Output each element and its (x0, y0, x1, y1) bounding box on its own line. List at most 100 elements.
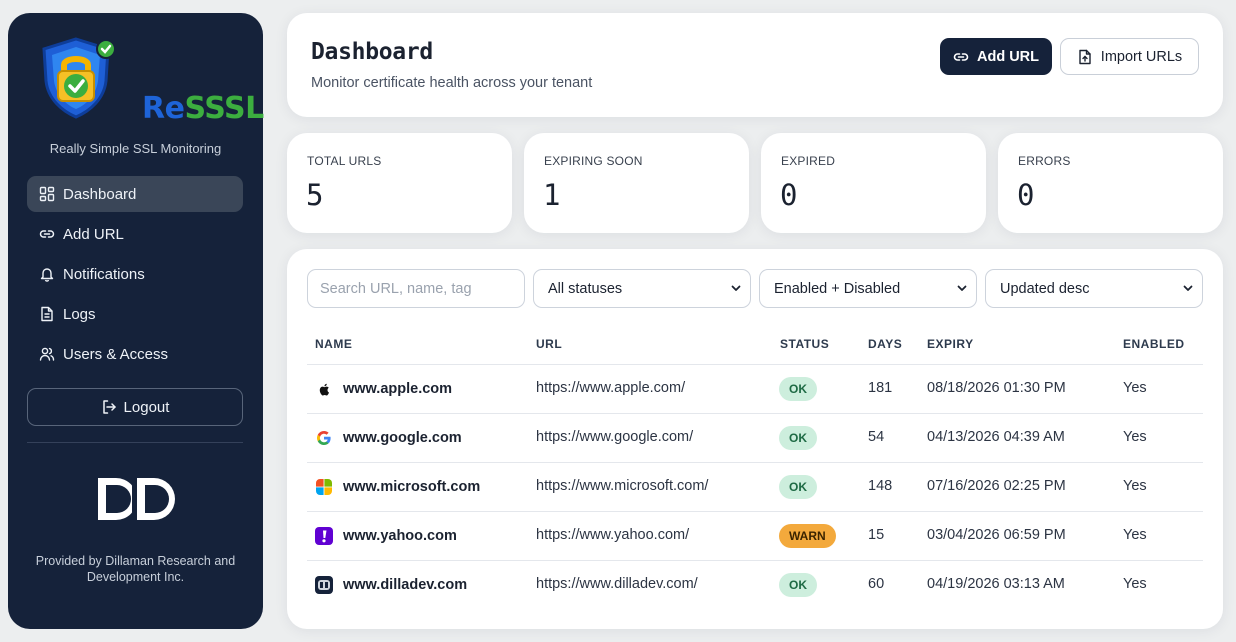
column-header-enabled[interactable]: ENABLED (1123, 337, 1185, 351)
stat-card-expiring-soon: EXPIRING SOON 1 (524, 133, 749, 233)
url-table-card: Search URL, name, tag All statuses Enabl… (287, 249, 1223, 629)
dilladev-icon (315, 576, 333, 594)
logout-label: Logout (123, 398, 170, 416)
shield-lock-icon (42, 37, 116, 119)
provided-by-text: Provided by Dillaman Research and Develo… (35, 554, 236, 584)
table-divider (307, 511, 1203, 512)
chevron-down-icon (731, 285, 741, 291)
status-badge: OK (779, 426, 817, 450)
table-divider (307, 462, 1203, 463)
sort-select[interactable]: Updated desc (985, 269, 1203, 308)
sidebar-nav: Dashboard Add URL Notifications Logs Use… (27, 176, 243, 376)
row-enabled: Yes (1123, 478, 1147, 494)
row-url[interactable]: https://www.apple.com/ (536, 380, 685, 396)
sidebar: ReSSSL Really Simple SSL Monitoring Dash… (8, 13, 264, 629)
yahoo-icon (315, 527, 333, 545)
microsoft-icon (315, 478, 333, 496)
row-enabled: Yes (1123, 429, 1147, 445)
status-badge: OK (779, 377, 817, 401)
enabled-filter-value: Enabled + Disabled (774, 280, 901, 297)
status-badge: OK (779, 573, 817, 597)
row-name: www.dilladev.com (343, 577, 468, 593)
column-header-url[interactable]: URL (536, 337, 562, 351)
sidebar-item-logs[interactable]: Logs (27, 296, 243, 332)
import-urls-button[interactable]: Import URLs (1060, 38, 1199, 75)
row-expiry: 04/19/2026 03:13 AM (927, 576, 1065, 592)
search-placeholder: Search URL, name, tag (320, 280, 472, 297)
users-icon (39, 347, 55, 361)
row-name: www.microsoft.com (343, 479, 481, 495)
row-name-cell: www.apple.com (315, 380, 452, 398)
stat-card-total-urls: TOTAL URLS 5 (287, 133, 512, 233)
search-input[interactable]: Search URL, name, tag (307, 269, 525, 308)
sidebar-item-users-access[interactable]: Users & Access (27, 336, 243, 372)
sidebar-item-label: Users & Access (63, 345, 169, 363)
row-name: www.google.com (343, 430, 462, 446)
row-name: www.apple.com (343, 381, 453, 397)
page-title: Dashboard (311, 39, 433, 65)
sidebar-divider (27, 442, 243, 443)
column-header-name[interactable]: NAME (315, 337, 352, 351)
bell-icon (40, 268, 54, 282)
row-enabled: Yes (1123, 380, 1147, 396)
chevron-down-icon (957, 285, 967, 291)
stat-value: 0 (780, 178, 798, 212)
import-urls-label: Import URLs (1100, 48, 1183, 65)
status-filter-select[interactable]: All statuses (533, 269, 751, 308)
chevron-down-icon (1183, 285, 1193, 291)
sidebar-item-label: Dashboard (63, 185, 137, 203)
sidebar-item-dashboard[interactable]: Dashboard (27, 176, 243, 212)
status-badge: OK (779, 475, 817, 499)
row-expiry: 08/18/2026 01:30 PM (927, 380, 1066, 396)
row-expiry: 07/16/2026 02:25 PM (927, 478, 1066, 494)
enabled-filter-select[interactable]: Enabled + Disabled (759, 269, 977, 308)
table-divider (307, 364, 1203, 365)
google-icon (315, 429, 333, 447)
column-header-days[interactable]: DAYS (868, 337, 902, 351)
table-divider (307, 560, 1203, 561)
link-icon (953, 52, 969, 61)
add-url-label: Add URL (976, 48, 1039, 65)
column-header-expiry[interactable]: EXPIRY (927, 337, 974, 351)
row-url[interactable]: https://www.microsoft.com/ (536, 478, 708, 494)
status-badge: WARN (779, 524, 836, 548)
sidebar-item-label: Logs (63, 305, 96, 323)
row-enabled: Yes (1123, 576, 1147, 592)
row-url[interactable]: https://www.google.com/ (536, 429, 693, 445)
logout-button[interactable]: Logout (27, 388, 243, 426)
link-icon (39, 230, 55, 238)
dilladev-logo-icon (98, 478, 175, 520)
brand-logo: ReSSSL (34, 35, 264, 126)
stat-value: 1 (543, 178, 561, 212)
stat-label: ERRORS (1018, 154, 1071, 168)
stat-label: EXPIRING SOON (544, 154, 643, 168)
stat-card-errors: ERRORS 0 (998, 133, 1223, 233)
sort-value: Updated desc (1000, 280, 1090, 297)
add-url-button[interactable]: Add URL (940, 38, 1052, 75)
row-days: 60 (868, 576, 885, 592)
file-import-icon (1079, 49, 1091, 64)
sidebar-item-label: Add URL (63, 225, 124, 243)
sidebar-item-notifications[interactable]: Notifications (27, 256, 243, 292)
row-name-cell: www.google.com (315, 429, 462, 447)
row-url[interactable]: https://www.yahoo.com/ (536, 527, 689, 543)
row-days: 15 (868, 527, 885, 543)
row-url[interactable]: https://www.dilladev.com/ (536, 576, 698, 592)
status-filter-value: All statuses (548, 280, 623, 297)
column-header-status[interactable]: STATUS (780, 337, 829, 351)
row-expiry: 04/13/2026 04:39 AM (927, 429, 1065, 445)
row-days: 148 (868, 478, 893, 494)
row-expiry: 03/04/2026 06:59 PM (927, 527, 1066, 543)
row-name-cell: www.dilladev.com (315, 576, 467, 594)
sidebar-item-label: Notifications (63, 265, 145, 283)
sidebar-item-add-url[interactable]: Add URL (27, 216, 243, 252)
stat-value: 5 (306, 178, 324, 212)
stat-label: TOTAL URLS (307, 154, 382, 168)
table-divider (307, 413, 1203, 414)
brand-name: ReSSSL (142, 91, 264, 126)
stat-card-expired: EXPIRED 0 (761, 133, 986, 233)
row-name: www.yahoo.com (343, 528, 457, 544)
row-days: 54 (868, 429, 885, 445)
header-card: Dashboard Monitor certificate health acr… (287, 13, 1223, 117)
stat-value: 0 (1017, 178, 1035, 212)
